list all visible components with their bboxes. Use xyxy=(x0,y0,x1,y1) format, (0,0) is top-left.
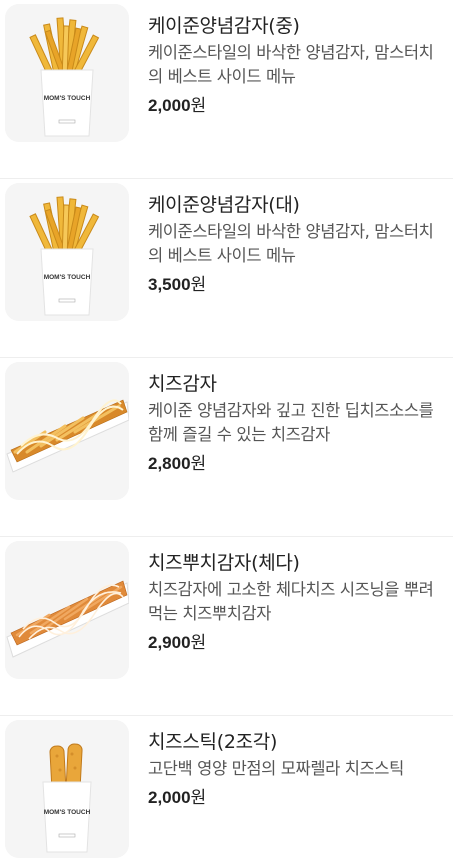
menu-item-price: 3,500원 xyxy=(148,274,446,296)
menu-item-image[interactable] xyxy=(5,541,129,679)
menu-item-name[interactable]: 치즈감자 xyxy=(148,372,446,396)
menu-item-cajun-fries-medium[interactable]: MOM'S TOUCH 케이준양념감자(중) 케이준스타일의 바삭한 양념감자,… xyxy=(0,0,453,179)
menu-item-info: 치즈스틱(2조각) 고단백 영양 만점의 모짜렐라 치즈스틱 2,000원 xyxy=(148,730,446,809)
menu-item-info: 케이준양념감자(중) 케이준스타일의 바삭한 양념감자, 맘스터치의 베스트 사… xyxy=(148,14,446,117)
cheddar-fries-image xyxy=(5,541,129,679)
menu-item-image[interactable]: MOM'S TOUCH xyxy=(5,183,129,321)
cheese-stick-image: MOM'S TOUCH xyxy=(5,720,129,858)
menu-item-name[interactable]: 케이준양념감자(중) xyxy=(148,14,446,38)
menu-item-image[interactable]: MOM'S TOUCH xyxy=(5,720,129,858)
cheese-fries-image xyxy=(5,362,129,500)
svg-text:MOM'S TOUCH: MOM'S TOUCH xyxy=(44,809,91,816)
svg-text:MOM'S TOUCH: MOM'S TOUCH xyxy=(44,95,91,102)
svg-text:MOM'S TOUCH: MOM'S TOUCH xyxy=(44,274,91,281)
menu-item-info: 치즈뿌치감자(체다) 치즈감자에 고소한 체다치즈 시즈닝을 뿌려 먹는 치즈뿌… xyxy=(148,551,446,654)
menu-item-cajun-fries-large[interactable]: MOM'S TOUCH 케이준양념감자(대) 케이준스타일의 바삭한 양념감자,… xyxy=(0,179,453,358)
menu-item-image[interactable] xyxy=(5,362,129,500)
menu-item-description: 고단백 영양 만점의 모짜렐라 치즈스틱 xyxy=(148,759,404,778)
menu-item-cheddar-fries[interactable]: 치즈뿌치감자(체다) 치즈감자에 고소한 체다치즈 시즈닝을 뿌려 먹는 치즈뿌… xyxy=(0,537,453,716)
price-value: 3,500 xyxy=(148,275,191,294)
menu-item-name[interactable]: 치즈뿌치감자(체다) xyxy=(148,551,446,575)
price-unit: 원 xyxy=(190,633,207,653)
menu-item-description: 케이준 양념감자와 깊고 진한 딥치즈소스를 함께 즐길 수 있는 치즈감자 xyxy=(148,401,434,444)
menu-item-price: 2,800원 xyxy=(148,453,446,475)
menu-item-price: 2,000원 xyxy=(148,95,446,117)
menu-item-cheese-fries[interactable]: 치즈감자 케이준 양념감자와 깊고 진한 딥치즈소스를 함께 즐길 수 있는 치… xyxy=(0,358,453,537)
price-unit: 원 xyxy=(190,275,207,295)
menu-item-name[interactable]: 치즈스틱(2조각) xyxy=(148,730,446,754)
menu-item-price: 2,900원 xyxy=(148,632,446,654)
price-unit: 원 xyxy=(190,96,207,116)
menu-item-info: 치즈감자 케이준 양념감자와 깊고 진한 딥치즈소스를 함께 즐길 수 있는 치… xyxy=(148,372,446,475)
menu-item-description: 케이준스타일의 바삭한 양념감자, 맘스터치의 베스트 사이드 메뉴 xyxy=(148,222,434,265)
menu-item-image[interactable]: MOM'S TOUCH xyxy=(5,4,129,142)
fries-bag-image: MOM'S TOUCH xyxy=(5,4,129,142)
fries-bag-image: MOM'S TOUCH xyxy=(5,183,129,321)
menu-item-cheese-stick[interactable]: MOM'S TOUCH 치즈스틱(2조각) 고단백 영양 만점의 모짜렐라 치즈… xyxy=(0,716,453,863)
price-value: 2,900 xyxy=(148,633,191,652)
price-value: 2,000 xyxy=(148,96,191,115)
price-value: 2,800 xyxy=(148,454,191,473)
menu-item-name[interactable]: 케이준양념감자(대) xyxy=(148,193,446,217)
menu-list: MOM'S TOUCH 케이준양념감자(중) 케이준스타일의 바삭한 양념감자,… xyxy=(0,0,453,863)
price-unit: 원 xyxy=(190,454,207,474)
price-unit: 원 xyxy=(190,788,207,808)
menu-item-price: 2,000원 xyxy=(148,787,446,809)
menu-item-info: 케이준양념감자(대) 케이준스타일의 바삭한 양념감자, 맘스터치의 베스트 사… xyxy=(148,193,446,296)
menu-item-description: 케이준스타일의 바삭한 양념감자, 맘스터치의 베스트 사이드 메뉴 xyxy=(148,43,434,86)
menu-item-description: 치즈감자에 고소한 체다치즈 시즈닝을 뿌려 먹는 치즈뿌치감자 xyxy=(148,580,434,623)
price-value: 2,000 xyxy=(148,788,191,807)
